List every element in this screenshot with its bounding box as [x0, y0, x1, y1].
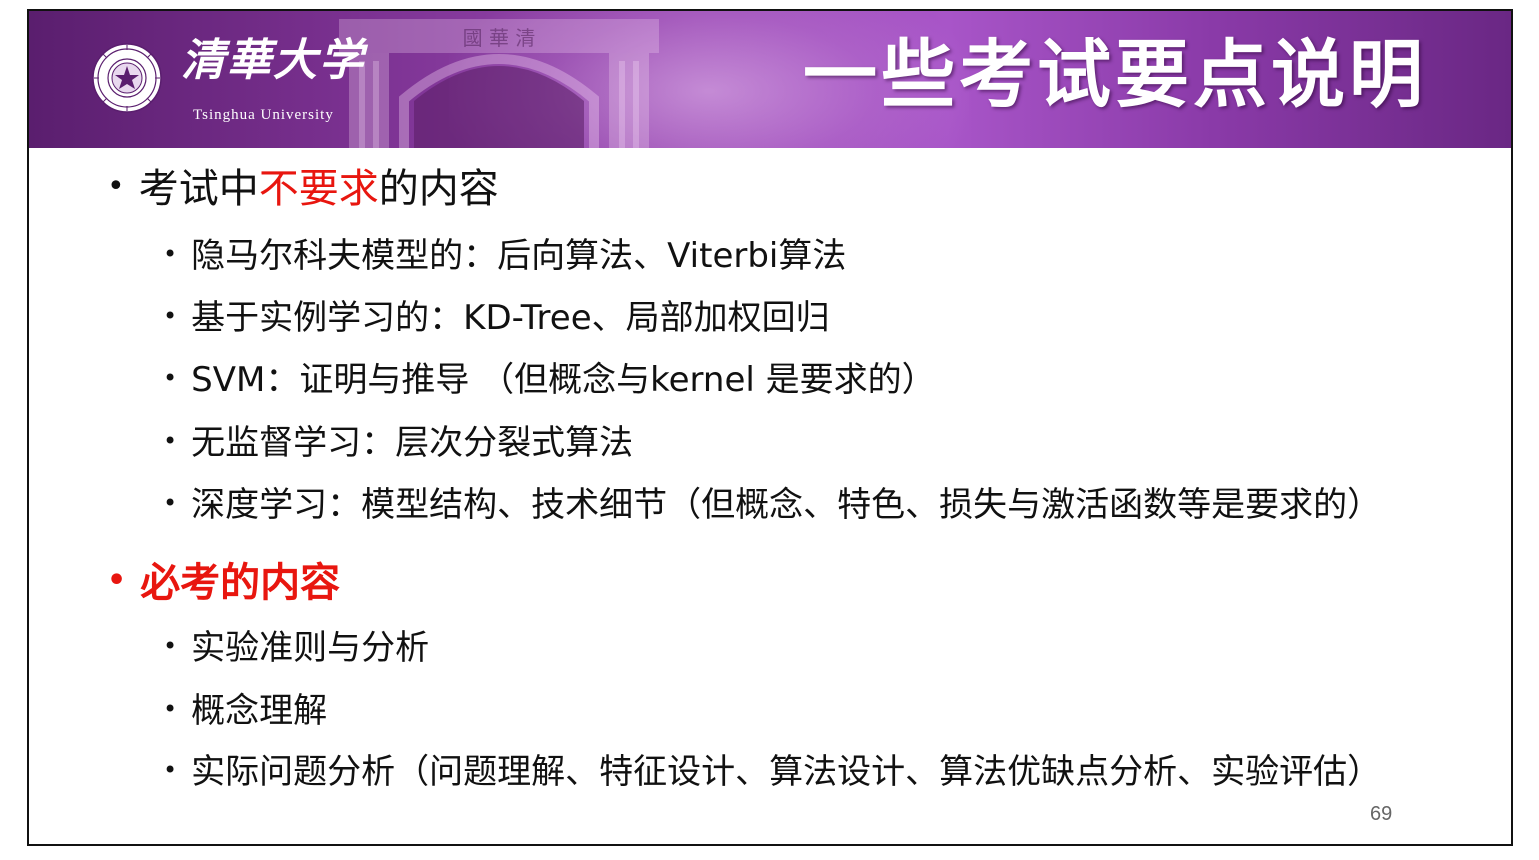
slide-content: • 考试中不要求的内容 • 隐马尔科夫模型的：后向算法、Viterbi算法 • 基于实… [29, 11, 1511, 844]
list-item-text: 深度学习：模型结构、技术细节（但概念、特色、损失与激活函数等是要求的） [191, 485, 1382, 525]
bullet-icon: • [163, 364, 178, 392]
bullet-icon: • [107, 169, 125, 204]
list-item-text: 实际问题分析（问题理解、特征设计、算法设计、算法优缺点分析、实验评估） [191, 752, 1382, 792]
list-item: • 无监督学习：层次分裂式算法 [163, 426, 633, 460]
list-item: • 概念理解 [163, 694, 327, 728]
bullet-icon: • [163, 302, 178, 330]
list-item: • 隐马尔科夫模型的：后向算法、Viterbi算法 [163, 239, 846, 273]
bullet-icon: • [163, 489, 178, 517]
heading-prefix: 考试中 [138, 166, 259, 212]
bullet-icon: • [163, 427, 178, 455]
bullet-icon: • [163, 756, 178, 784]
heading-highlight: 不要求 [258, 166, 379, 212]
list-item: • 实际问题分析（问题理解、特征设计、算法设计、算法优缺点分析、实验评估） [163, 755, 1381, 789]
list-item-text: 实验准则与分析 [191, 628, 430, 668]
section-heading-not-required: • 考试中不要求的内容 [107, 169, 499, 209]
list-item: • SVM：证明与推导 （但概念与kernel 是要求的） [163, 363, 936, 397]
slide: 國 華 清 清華大学 Tsinghua University 一些考试要点说明 [27, 9, 1513, 846]
heading-suffix: 的内容 [378, 166, 499, 212]
list-item-text: 无监督学习：层次分裂式算法 [191, 423, 634, 463]
list-item-text: 概念理解 [191, 691, 328, 731]
bullet-icon: • [163, 695, 178, 723]
list-item-text: SVM：证明与推导 （但概念与kernel 是要求的） [191, 360, 936, 400]
bullet-icon: • [163, 240, 178, 268]
list-item: • 基于实例学习的：KD-Tree、局部加权回归 [163, 301, 830, 335]
page-number: 69 [1370, 803, 1393, 825]
bullet-icon: • [107, 563, 127, 598]
list-item: • 深度学习：模型结构、技术细节（但概念、特色、损失与激活函数等是要求的） [163, 488, 1381, 522]
list-item-text: 基于实例学习的：KD-Tree、局部加权回归 [191, 298, 830, 338]
bullet-icon: • [163, 632, 178, 660]
list-item: • 实验准则与分析 [163, 631, 429, 665]
section-heading-required: • 必考的内容 [107, 563, 340, 603]
heading-text: 必考的内容 [140, 560, 341, 606]
list-item-text: 隐马尔科夫模型的：后向算法、Viterbi算法 [191, 236, 847, 276]
